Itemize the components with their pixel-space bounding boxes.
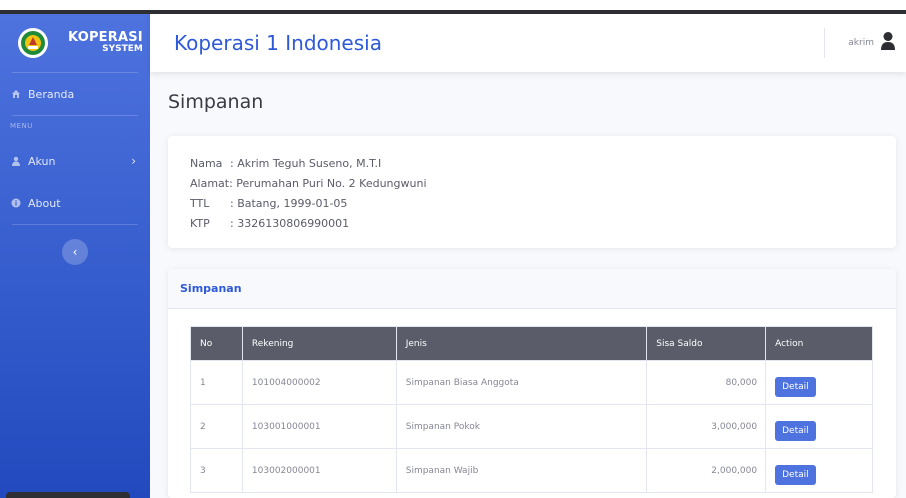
info-row-alamat: Alamat: Perumahan Puri No. 2 Kedungwuni <box>190 174 874 194</box>
simpanan-card: Simpanan No Rekening Jenis Sisa Saldo Ac… <box>168 269 896 498</box>
chevron-right-icon: › <box>131 154 136 168</box>
cell-rekening: 103001000001 <box>241 404 397 449</box>
taskbar-fragment <box>6 492 130 498</box>
cell-action: Detail <box>765 448 873 493</box>
card-title: Simpanan <box>180 282 242 295</box>
topbar: Koperasi 1 Indonesia akrim <box>150 14 906 72</box>
cell-saldo: 80,000 <box>646 360 767 405</box>
info-row-ttl: TTL : Batang, 1999-01-05 <box>190 194 874 214</box>
sidebar-divider <box>12 224 138 225</box>
column-header-rekening[interactable]: Rekening <box>241 326 397 361</box>
chevron-left-icon: ‹ <box>72 245 78 259</box>
table-row: 2 103001000001 Simpanan Pokok 3,000,000 … <box>190 404 873 449</box>
sidebar-item-akun[interactable]: Akun › <box>0 140 150 182</box>
member-info-card: Nama : Akrim Teguh Suseno, M.T.I Alamat:… <box>168 136 896 248</box>
column-header-no[interactable]: No <box>190 326 243 361</box>
user-icon <box>10 155 22 167</box>
info-value: : Batang, 1999-01-05 <box>230 197 348 210</box>
sidebar-item-label: Beranda <box>28 87 75 101</box>
info-row-ktp: KTP : 3326130806990001 <box>190 214 874 234</box>
sidebar-heading: MENU <box>10 122 33 130</box>
cell-jenis: Simpanan Biasa Anggota <box>395 360 648 405</box>
app-title: Koperasi 1 Indonesia <box>174 31 382 55</box>
column-header-saldo[interactable]: Sisa Saldo <box>646 326 767 361</box>
cell-action: Detail <box>765 360 873 405</box>
detail-button[interactable]: Detail <box>775 464 816 485</box>
column-header-jenis[interactable]: Jenis <box>395 326 648 361</box>
cell-no: 3 <box>190 448 243 493</box>
detail-button[interactable]: Detail <box>775 376 816 397</box>
table-row: 3 103002000001 Simpanan Wajib 2,000,000 … <box>190 448 873 493</box>
sidebar: KOPERASI SYSTEM Beranda MENU Akun › Abou… <box>0 14 150 498</box>
info-label: Alamat: <box>190 177 233 190</box>
home-icon <box>10 88 22 100</box>
koperasi-logo-icon <box>18 28 48 58</box>
cell-no: 2 <box>190 404 243 449</box>
info-label: TTL <box>190 197 210 210</box>
info-value: : Akrim Teguh Suseno, M.T.I <box>230 157 382 170</box>
table-row: 1 101004000002 Simpanan Biasa Anggota 80… <box>190 360 873 405</box>
sidebar-item-label: About <box>28 196 61 210</box>
cell-rekening: 103002000001 <box>241 448 397 493</box>
cell-rekening: 101004000002 <box>241 360 397 405</box>
cell-saldo: 2,000,000 <box>646 448 767 493</box>
user-name: akrim <box>848 38 874 48</box>
info-row-nama: Nama : Akrim Teguh Suseno, M.T.I <box>190 154 874 174</box>
table-header-row: No Rekening Jenis Sisa Saldo Action <box>190 326 873 361</box>
info-label: Nama <box>190 157 223 170</box>
cell-jenis: Simpanan Pokok <box>395 404 648 449</box>
info-label: KTP <box>190 217 210 230</box>
page-title: Simpanan <box>168 91 264 113</box>
user-menu[interactable]: akrim <box>848 31 896 55</box>
cell-action: Detail <box>765 404 873 449</box>
sidebar-item-label: Akun <box>28 154 56 168</box>
card-header: Simpanan <box>168 269 896 309</box>
info-value: Perumahan Puri No. 2 Kedungwuni <box>232 177 427 190</box>
sidebar-item-about[interactable]: About <box>0 182 150 224</box>
detail-button[interactable]: Detail <box>775 420 816 441</box>
info-icon <box>10 197 22 209</box>
sidebar-toggle-button[interactable]: ‹ <box>62 239 88 265</box>
brand-subtitle: SYSTEM <box>102 44 143 55</box>
window-top-band <box>0 0 906 14</box>
sidebar-item-beranda[interactable]: Beranda <box>0 73 150 115</box>
column-header-action: Action <box>765 326 873 361</box>
cell-no: 1 <box>190 360 243 405</box>
topbar-divider <box>824 28 825 58</box>
simpanan-table: No Rekening Jenis Sisa Saldo Action 1 10… <box>190 326 873 493</box>
brand-title: KOPERASI <box>68 30 143 46</box>
sidebar-brand[interactable]: KOPERASI SYSTEM <box>0 14 150 72</box>
info-value: : 3326130806990001 <box>230 217 350 230</box>
cell-saldo: 3,000,000 <box>646 404 767 449</box>
user-avatar-icon <box>880 31 896 55</box>
cell-jenis: Simpanan Wajib <box>395 448 648 493</box>
